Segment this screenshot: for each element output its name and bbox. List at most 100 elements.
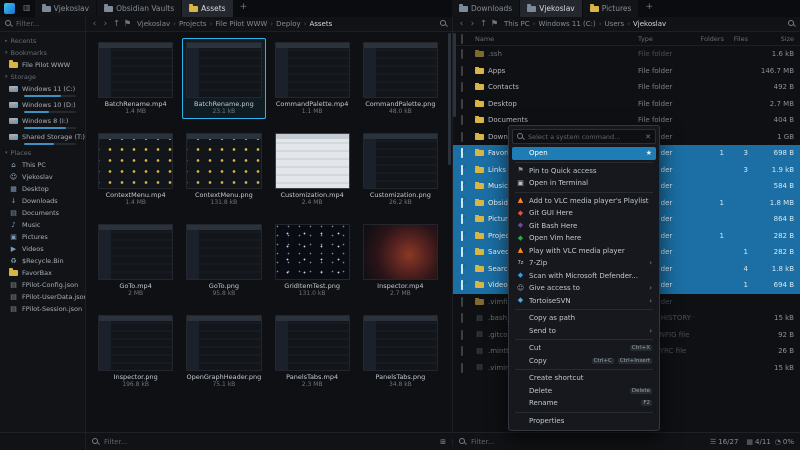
grid-item-commandpalette-mp4[interactable]: CommandPalette.mp41.1 MB bbox=[271, 38, 354, 119]
table-row-desktop[interactable]: DesktopFile folder2.7 MB bbox=[453, 96, 800, 113]
sidebar-item-recycle-bin[interactable]: ♻$Recycle.Bin bbox=[0, 255, 85, 267]
sidebar-item-pictures[interactable]: ▣Pictures bbox=[0, 231, 85, 243]
menu-item-rename[interactable]: RenameF2 bbox=[512, 397, 656, 410]
header-checkbox[interactable] bbox=[461, 35, 475, 43]
grid-item-batchrename-mp4[interactable]: BatchRename.mp41.4 MB bbox=[94, 38, 177, 119]
menu-item-git-gui-here[interactable]: ◆Git GUI Here bbox=[512, 207, 656, 220]
sidebar-section-bookmarks[interactable]: ▾Bookmarks bbox=[0, 47, 85, 59]
breadcrumb-segment[interactable]: Deploy bbox=[276, 20, 301, 28]
row-checkbox[interactable] bbox=[461, 166, 475, 174]
right-status-filter-input[interactable]: Filter... bbox=[471, 438, 494, 446]
tab-vjekoslav[interactable]: Vjekoslav bbox=[35, 0, 98, 17]
sidebar-item-favorbax[interactable]: FavorBax bbox=[0, 267, 85, 279]
row-checkbox[interactable] bbox=[461, 298, 475, 306]
sidebar-item-this-pc[interactable]: ⌂This PC bbox=[0, 159, 85, 171]
sidebar-item-windows-10-d[interactable]: Windows 10 (D:) bbox=[0, 99, 85, 111]
sidebar-item-fpilot-config-json[interactable]: ▤FPilot-Config.json bbox=[0, 279, 85, 291]
row-checkbox[interactable] bbox=[461, 347, 475, 355]
row-checkbox[interactable] bbox=[461, 248, 475, 256]
new-tab-button[interactable]: + bbox=[234, 0, 254, 17]
menu-item-open[interactable]: Open★ bbox=[512, 147, 656, 160]
grid-item-opengraphheader-png[interactable]: OpenGraphHeader.png75.1 kB bbox=[182, 311, 265, 392]
bookmark-icon[interactable]: ⚑ bbox=[123, 19, 132, 29]
sidebar-item-windows-8-i[interactable]: Windows 8 (I:) bbox=[0, 115, 85, 127]
back-button[interactable]: ‹ bbox=[90, 19, 99, 29]
grid-item-contextmenu-mp4[interactable]: ContextMenu.mp41.4 MB bbox=[94, 129, 177, 210]
command-search-input[interactable]: Select a system command... ✕ bbox=[512, 129, 656, 144]
breadcrumb-segment[interactable]: Vjekoslav bbox=[633, 20, 666, 28]
sidebar-item-videos[interactable]: ▶Videos bbox=[0, 243, 85, 255]
menu-item-give-access-to[interactable]: ☺Give access to› bbox=[512, 282, 656, 295]
row-checkbox[interactable] bbox=[461, 232, 475, 240]
column-header-type[interactable]: Type bbox=[638, 35, 694, 43]
row-checkbox[interactable] bbox=[461, 331, 475, 339]
bookmark-icon[interactable]: ⚑ bbox=[490, 19, 499, 29]
sidebar-item-vjekoslav[interactable]: ☺Vjekoslav bbox=[0, 171, 85, 183]
menu-item-send-to[interactable]: Send to› bbox=[512, 325, 656, 338]
row-checkbox[interactable] bbox=[461, 182, 475, 190]
menu-item-cut[interactable]: CutCtrl+X bbox=[512, 342, 656, 355]
menu-item-pin-to-quick-access[interactable]: ⚑Pin to Quick access bbox=[512, 165, 656, 178]
menu-item-copy-as-path[interactable]: Copy as path bbox=[512, 312, 656, 325]
forward-button[interactable]: › bbox=[468, 19, 477, 29]
grid-item-goto-mp4[interactable]: GoTo.mp42 MB bbox=[94, 220, 177, 301]
forward-button[interactable]: › bbox=[101, 19, 110, 29]
row-checkbox[interactable] bbox=[461, 133, 475, 141]
sidebar-item-fpilot-session-json[interactable]: ▤FPilot-Session.json bbox=[0, 303, 85, 315]
up-button[interactable]: ↑ bbox=[112, 19, 121, 29]
menu-item-open-vim-here[interactable]: ◆Open Vim here bbox=[512, 232, 656, 245]
scrollbar-thumb[interactable] bbox=[453, 33, 456, 117]
sidebar-item-fpilot-userdata-json[interactable]: ▤FPilot-UserData.json bbox=[0, 291, 85, 303]
sidebar-filter-input[interactable]: Filter... bbox=[0, 17, 86, 31]
breadcrumb-segment[interactable]: Projects bbox=[179, 20, 207, 28]
menu-item-tortoisesvn[interactable]: ◆TortoiseSVN› bbox=[512, 295, 656, 308]
grid-item-goto-png[interactable]: GoTo.png95.8 kB bbox=[182, 220, 265, 301]
tab-vjekoslav[interactable]: Vjekoslav bbox=[520, 0, 583, 17]
menu-item-7-zip[interactable]: 7z7-Zip› bbox=[512, 257, 656, 270]
tab-downloads[interactable]: Downloads bbox=[452, 0, 520, 17]
row-checkbox[interactable] bbox=[461, 67, 475, 75]
grid-item-inspector-png[interactable]: Inspector.png196.8 kB bbox=[94, 311, 177, 392]
column-header-name[interactable]: Name bbox=[475, 35, 638, 43]
menu-item-delete[interactable]: DeleteDelete bbox=[512, 385, 656, 398]
row-checkbox[interactable] bbox=[461, 199, 475, 207]
grid-item-customization-png[interactable]: Customization.png26.2 kB bbox=[359, 129, 442, 210]
row-checkbox[interactable] bbox=[461, 149, 475, 157]
back-button[interactable]: ‹ bbox=[457, 19, 466, 29]
row-checkbox[interactable] bbox=[461, 265, 475, 273]
breadcrumb-segment[interactable]: This PC bbox=[504, 20, 530, 28]
right-pane-scrollbar[interactable] bbox=[453, 33, 456, 431]
grid-item-contextmenu-png[interactable]: ContextMenu.png131.8 kB bbox=[182, 129, 265, 210]
menu-item-add-to-vlc-media-player-s-playlist[interactable]: ▲Add to VLC media player's Playlist bbox=[512, 195, 656, 208]
filter-options-icon[interactable]: ⊞ bbox=[440, 438, 446, 446]
sidebar-item-music[interactable]: ♪Music bbox=[0, 219, 85, 231]
left-pane-scrollbar[interactable] bbox=[448, 33, 451, 431]
row-checkbox[interactable] bbox=[461, 100, 475, 108]
row-checkbox[interactable] bbox=[461, 116, 475, 124]
row-checkbox[interactable] bbox=[461, 83, 475, 91]
scrollbar-thumb[interactable] bbox=[448, 33, 451, 165]
up-button[interactable]: ↑ bbox=[479, 19, 488, 29]
sidebar-item-downloads[interactable]: ↓Downloads bbox=[0, 195, 85, 207]
sidebar-section-storage[interactable]: ▾Storage bbox=[0, 71, 85, 83]
sidebar-item-shared-storage-t[interactable]: Shared Storage (T:) bbox=[0, 131, 85, 143]
sidebar-item-desktop[interactable]: ▦Desktop bbox=[0, 183, 85, 195]
breadcrumb-segment[interactable]: Windows 11 (C:) bbox=[538, 20, 595, 28]
table-row-apps[interactable]: AppsFile folder146.7 MB bbox=[453, 63, 800, 80]
column-header-size[interactable]: Size bbox=[748, 35, 794, 43]
breadcrumb-segment[interactable]: Users bbox=[605, 20, 625, 28]
row-checkbox[interactable] bbox=[461, 364, 475, 372]
menu-item-properties[interactable]: Properties bbox=[512, 415, 656, 428]
grid-item-customization-mp4[interactable]: Customization.mp42.4 MB bbox=[271, 129, 354, 210]
row-checkbox[interactable] bbox=[461, 50, 475, 58]
new-tab-button[interactable]: + bbox=[639, 0, 659, 17]
sidebar-section-recents[interactable]: ▸Recents bbox=[0, 35, 85, 47]
grid-item-panelstabs-png[interactable]: PanelsTabs.png34.8 kB bbox=[359, 311, 442, 392]
sidebar-item-windows-11-c[interactable]: Windows 11 (C:) bbox=[0, 83, 85, 95]
sidebar-item-file-pilot-www[interactable]: File Pilot WWW bbox=[0, 59, 85, 71]
grid-item-batchrename-png[interactable]: BatchRename.png23.1 kB bbox=[182, 38, 265, 119]
close-icon[interactable]: ✕ bbox=[645, 133, 651, 141]
grid-item-panelstabs-mp4[interactable]: PanelsTabs.mp42.3 MB bbox=[271, 311, 354, 392]
menu-item-open-in-terminal[interactable]: ▣Open in Terminal bbox=[512, 177, 656, 190]
tab-pictures[interactable]: Pictures bbox=[583, 0, 640, 17]
